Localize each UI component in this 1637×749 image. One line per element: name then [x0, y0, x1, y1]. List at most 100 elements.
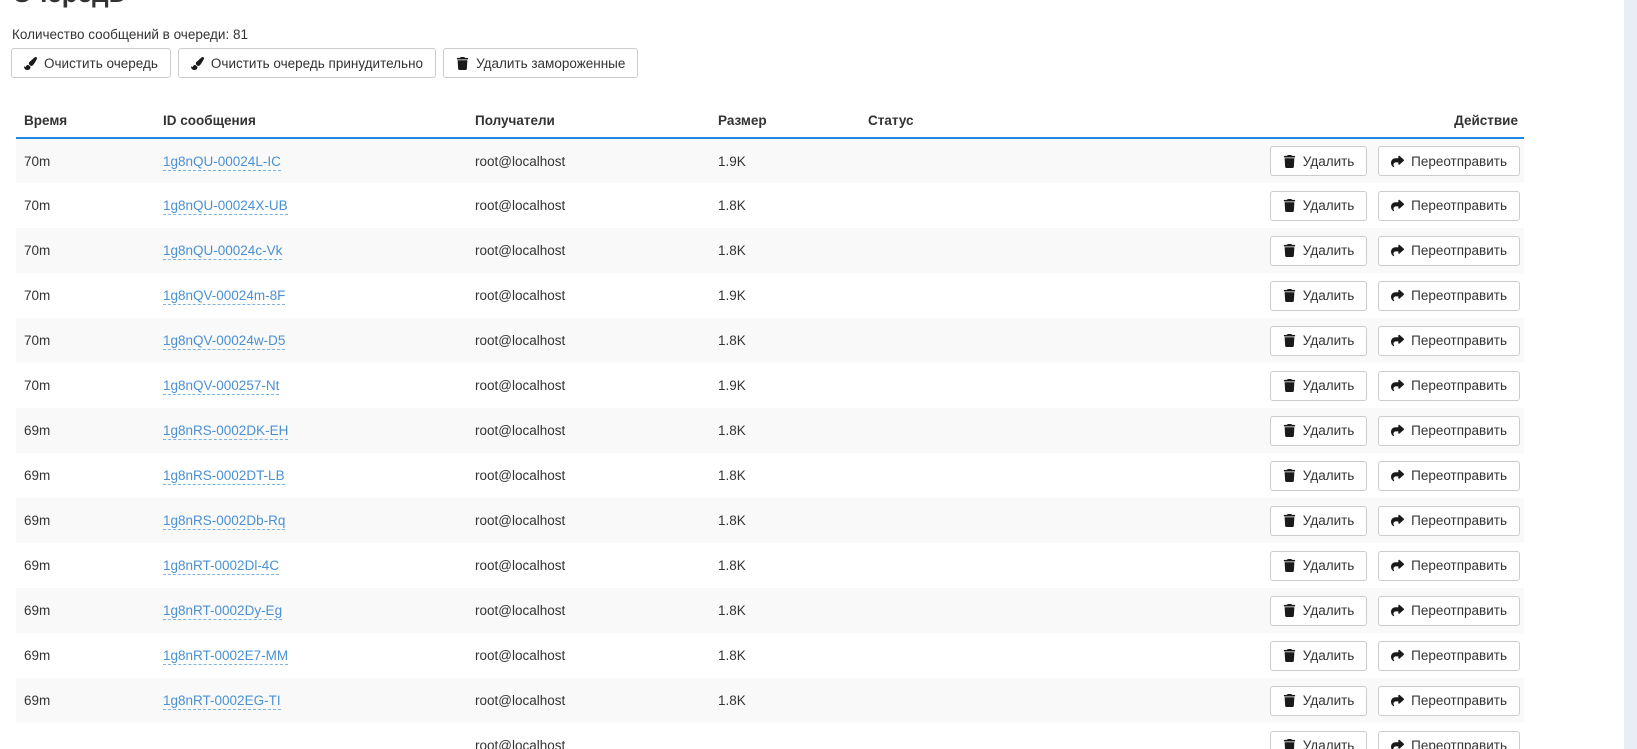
- time-cell: 69m: [16, 453, 155, 498]
- resend-button[interactable]: Переотправить: [1378, 731, 1520, 749]
- status-cell: [860, 318, 1150, 363]
- delete-button-label: Удалить: [1303, 378, 1355, 393]
- force-clear-queue-button[interactable]: Очистить очередь принудительно: [178, 48, 436, 78]
- queue-table-head: Время ID сообщения Получатели Размер Ста…: [16, 104, 1524, 138]
- col-header-time: Время: [16, 104, 155, 138]
- forward-arrow-icon: [1391, 155, 1404, 168]
- message-id-link[interactable]: 1g8nQU-00024X-UB: [163, 198, 288, 215]
- size-cell: 1.9K: [710, 138, 860, 183]
- delete-button-label: Удалить: [1303, 738, 1355, 749]
- resend-button[interactable]: Переотправить: [1378, 596, 1520, 626]
- message-id-link[interactable]: 1g8nQV-00024w-D5: [163, 333, 285, 350]
- delete-button[interactable]: Удалить: [1270, 146, 1368, 176]
- actions-cell: Удалить Переотправить: [1150, 138, 1524, 183]
- actions-cell: Удалить Переотправить: [1150, 723, 1524, 749]
- table-row: 70m 1g8nQV-00024m-8F root@localhost 1.9K…: [16, 273, 1524, 318]
- delete-button-label: Удалить: [1303, 558, 1355, 573]
- delete-button[interactable]: Удалить: [1270, 731, 1368, 749]
- delete-button[interactable]: Удалить: [1270, 506, 1368, 536]
- delete-button-label: Удалить: [1303, 288, 1355, 303]
- force-clear-queue-label: Очистить очередь принудительно: [211, 56, 423, 71]
- resend-button[interactable]: Переотправить: [1378, 371, 1520, 401]
- message-id-link[interactable]: 1g8nRS-0002DK-EH: [163, 423, 288, 440]
- trash-icon: [1283, 694, 1296, 707]
- time-cell: 69m: [16, 678, 155, 723]
- forward-arrow-icon: [1391, 379, 1404, 392]
- delete-button[interactable]: Удалить: [1270, 551, 1368, 581]
- recipients-cell: root@localhost: [467, 453, 710, 498]
- size-cell: 1.8K: [710, 633, 860, 678]
- trash-icon: [1283, 155, 1296, 168]
- delete-button-label: Удалить: [1303, 243, 1355, 258]
- toolbar: Очистить очередь Очистить очередь принуд…: [11, 48, 1624, 78]
- delete-button[interactable]: Удалить: [1270, 686, 1368, 716]
- delete-button[interactable]: Удалить: [1270, 326, 1368, 356]
- delete-button[interactable]: Удалить: [1270, 371, 1368, 401]
- forward-arrow-icon: [1391, 334, 1404, 347]
- status-cell: [860, 588, 1150, 633]
- resend-button[interactable]: Переотправить: [1378, 686, 1520, 716]
- resend-button[interactable]: Переотправить: [1378, 416, 1520, 446]
- forward-arrow-icon: [1391, 244, 1404, 257]
- brush-icon: [24, 57, 37, 70]
- delete-button-label: Удалить: [1303, 333, 1355, 348]
- message-id-link[interactable]: 1g8nQU-00024L-IC: [163, 154, 281, 171]
- resend-button[interactable]: Переотправить: [1378, 551, 1520, 581]
- resend-button-label: Переотправить: [1411, 468, 1507, 483]
- forward-arrow-icon: [1391, 649, 1404, 662]
- resend-button[interactable]: Переотправить: [1378, 641, 1520, 671]
- queue-table: Время ID сообщения Получатели Размер Ста…: [16, 104, 1524, 749]
- recipients-cell: root@localhost: [467, 723, 710, 749]
- delete-button[interactable]: Удалить: [1270, 281, 1368, 311]
- forward-arrow-icon: [1391, 469, 1404, 482]
- message-id-link[interactable]: 1g8nQV-00024m-8F: [163, 288, 285, 305]
- delete-button[interactable]: Удалить: [1270, 461, 1368, 491]
- resend-button[interactable]: Переотправить: [1378, 191, 1520, 221]
- resend-button[interactable]: Переотправить: [1378, 146, 1520, 176]
- trash-icon: [1283, 199, 1296, 212]
- recipients-cell: root@localhost: [467, 318, 710, 363]
- resend-button-label: Переотправить: [1411, 378, 1507, 393]
- message-id-link[interactable]: 1g8nRS-0002DT-LB: [163, 468, 285, 485]
- delete-button[interactable]: Удалить: [1270, 236, 1368, 266]
- resend-button[interactable]: Переотправить: [1378, 326, 1520, 356]
- recipients-cell: root@localhost: [467, 588, 710, 633]
- trash-icon: [1283, 739, 1296, 749]
- message-id-link[interactable]: 1g8nQU-00024c-Vk: [163, 243, 282, 260]
- delete-frozen-label: Удалить замороженные: [476, 56, 625, 71]
- resend-button[interactable]: Переотправить: [1378, 236, 1520, 266]
- recipients-cell: root@localhost: [467, 498, 710, 543]
- delete-frozen-button[interactable]: Удалить замороженные: [443, 48, 638, 78]
- message-id-link[interactable]: 1g8nRT-0002E7-MM: [163, 648, 288, 665]
- message-id-cell: 1g8nQU-00024L-IC: [155, 138, 467, 183]
- delete-button[interactable]: Удалить: [1270, 191, 1368, 221]
- recipients-cell: root@localhost: [467, 408, 710, 453]
- delete-button[interactable]: Удалить: [1270, 641, 1368, 671]
- status-cell: [860, 723, 1150, 749]
- size-cell: 1.8K: [710, 228, 860, 273]
- delete-button[interactable]: Удалить: [1270, 596, 1368, 626]
- message-id-link[interactable]: 1g8nQV-000257-Nt: [163, 378, 279, 395]
- message-id-cell: 1g8nQV-00024w-D5: [155, 318, 467, 363]
- message-id-link[interactable]: 1g8nRT-0002Dy-Eg: [163, 603, 282, 620]
- trash-icon: [1283, 649, 1296, 662]
- delete-button-label: Удалить: [1303, 513, 1355, 528]
- delete-button[interactable]: Удалить: [1270, 416, 1368, 446]
- resend-button[interactable]: Переотправить: [1378, 461, 1520, 491]
- message-id-link[interactable]: 1g8nRS-0002Db-Rq: [163, 513, 285, 530]
- recipients-cell: root@localhost: [467, 633, 710, 678]
- size-cell: 1.8K: [710, 318, 860, 363]
- resend-button-label: Переотправить: [1411, 154, 1507, 169]
- size-cell: 1.8K: [710, 408, 860, 453]
- message-id-link[interactable]: 1g8nRT-0002EG-TI: [163, 693, 281, 710]
- resend-button[interactable]: Переотправить: [1378, 281, 1520, 311]
- col-header-action: Действие: [1150, 104, 1524, 138]
- status-cell: [860, 408, 1150, 453]
- clear-queue-button[interactable]: Очистить очередь: [11, 48, 171, 78]
- resend-button-label: Переотправить: [1411, 558, 1507, 573]
- forward-arrow-icon: [1391, 199, 1404, 212]
- time-cell: 70m: [16, 138, 155, 183]
- resend-button[interactable]: Переотправить: [1378, 506, 1520, 536]
- trash-icon: [1283, 514, 1296, 527]
- message-id-link[interactable]: 1g8nRT-0002Dl-4C: [163, 558, 279, 575]
